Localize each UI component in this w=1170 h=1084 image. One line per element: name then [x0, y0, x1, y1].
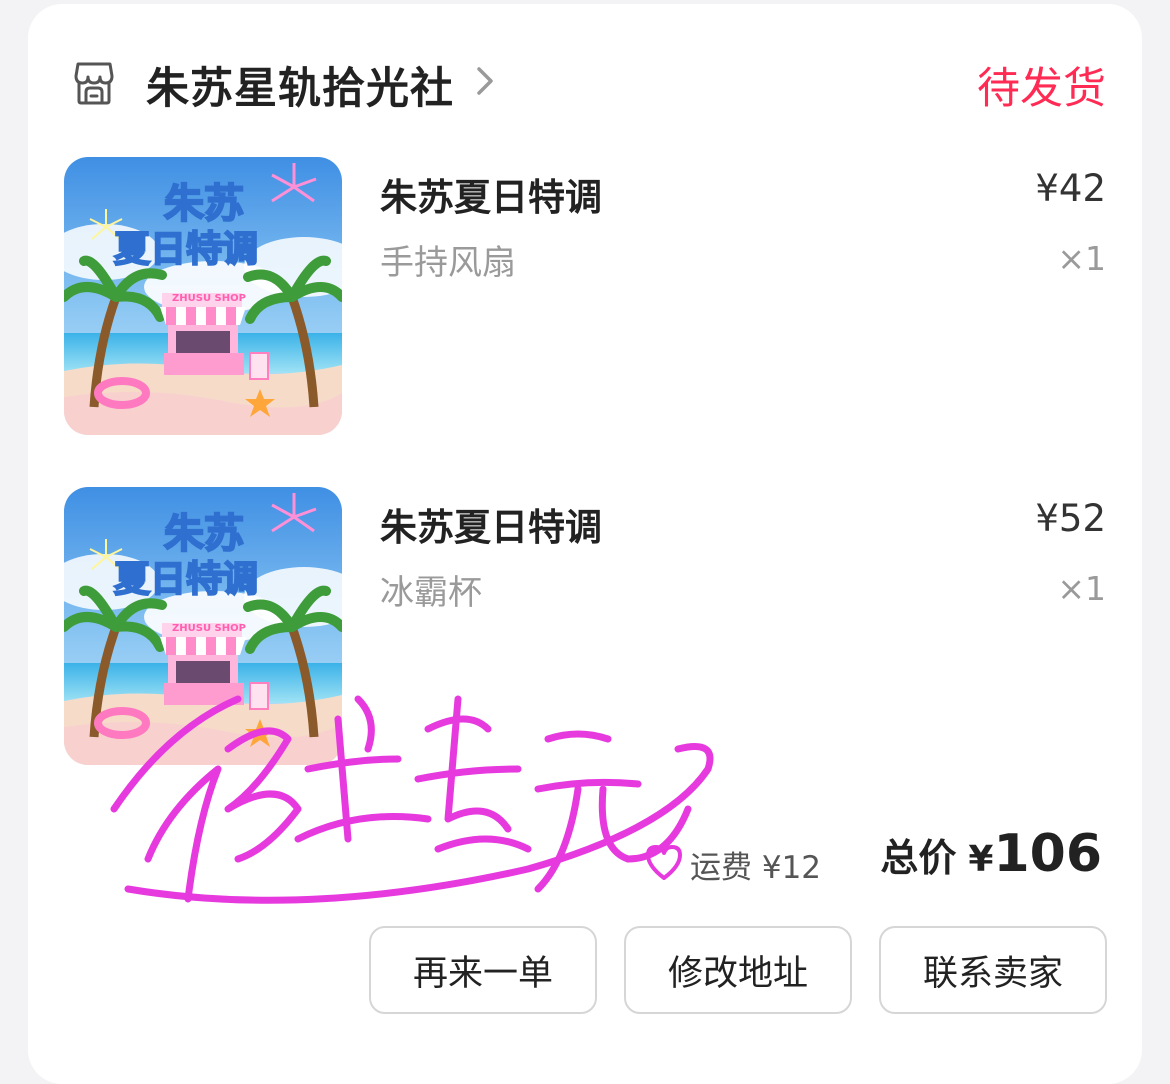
chevron-right-icon[interactable]: [474, 64, 496, 98]
item-price: ¥52: [1035, 497, 1106, 540]
handwritten-signature: [110, 695, 714, 904]
thumb-shop-sign: ZHUSU SHOP: [172, 623, 246, 634]
shipping-fee: 运费 ¥12: [690, 850, 822, 886]
total-currency: ¥: [968, 839, 994, 880]
thumb-banner: 朱苏: [164, 181, 244, 227]
item-title[interactable]: 朱苏夏日特调: [380, 167, 602, 221]
thumb-banner: 朱苏: [164, 511, 244, 557]
thumb-shop-sign: ZHUSU SHOP: [172, 293, 246, 304]
edit-address-button[interactable]: 修改地址: [624, 926, 852, 1014]
order-card: 朱苏星轨拾光社 待发货 朱苏 夏日特调 ZHUSU SHOP 朱苏夏日特调 手持…: [28, 4, 1142, 1084]
total-label: 总价: [880, 836, 957, 880]
product-thumbnail[interactable]: 朱苏 夏日特调 ZHUSU SHOP: [64, 157, 342, 435]
item-spec: 冰霸杯: [380, 573, 482, 613]
order-item[interactable]: 朱苏 夏日特调 ZHUSU SHOP 朱苏夏日特调 手持风扇 ¥42 ×1: [28, 157, 1142, 437]
item-title[interactable]: 朱苏夏日特调: [380, 497, 602, 551]
reorder-button[interactable]: 再来一单: [369, 926, 597, 1014]
item-spec: 手持风扇: [380, 243, 516, 283]
contact-seller-button[interactable]: 联系卖家: [879, 926, 1107, 1014]
item-price: ¥42: [1035, 167, 1106, 210]
thumb-subtitle: 夏日特调: [114, 559, 258, 600]
item-quantity: ×1: [1057, 569, 1106, 608]
total-value: 106: [993, 824, 1102, 884]
order-total: 总价 ¥106: [880, 824, 1102, 884]
shop-name[interactable]: 朱苏星轨拾光社: [146, 54, 454, 116]
storefront-icon: [74, 62, 114, 105]
thumb-subtitle: 夏日特调: [114, 229, 258, 270]
item-quantity: ×1: [1057, 239, 1106, 278]
order-status: 待发货: [977, 64, 1106, 114]
order-header[interactable]: 朱苏星轨拾光社 待发货: [28, 4, 1142, 154]
heart-icon: [646, 845, 682, 880]
